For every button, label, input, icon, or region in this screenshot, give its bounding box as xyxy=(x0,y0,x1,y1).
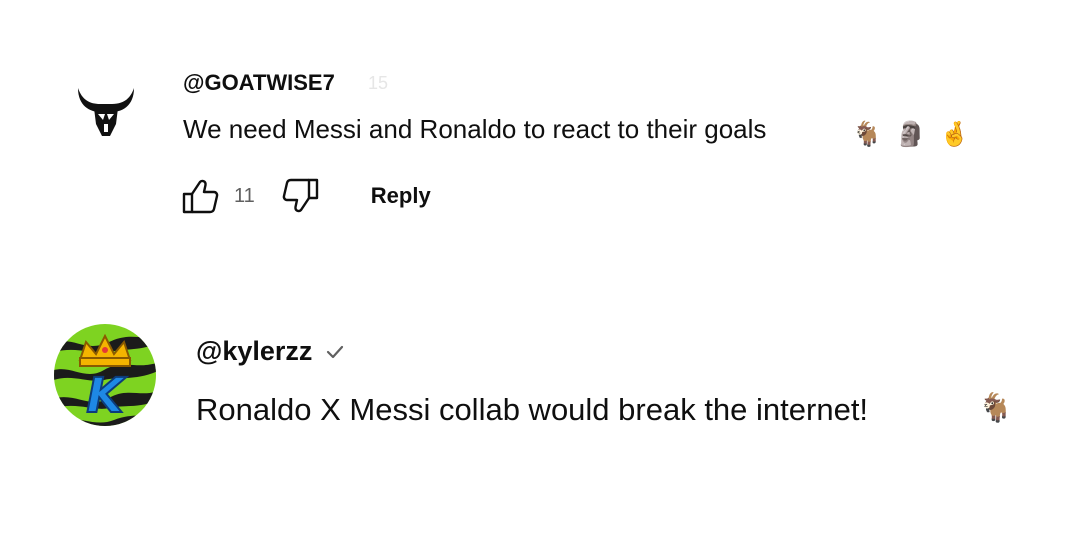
moai-emoji: 🗿 xyxy=(895,120,926,148)
goat-emoji: 🐐 xyxy=(978,391,1013,424)
comments-page: @GOATWISE7 15 We need Messi and Ronaldo … xyxy=(0,0,1080,559)
like-count: 11 xyxy=(234,184,255,207)
dislike-button[interactable] xyxy=(279,174,323,218)
verified-check-icon xyxy=(324,341,346,363)
crowned-k-logo-icon: K xyxy=(54,324,156,426)
comment-author[interactable]: @kylerzz xyxy=(196,336,312,367)
like-button[interactable] xyxy=(178,174,222,218)
comment-text: We need Messi and Ronaldo to react to th… xyxy=(183,114,767,144)
avatar-letter: K xyxy=(86,368,127,424)
reply-button[interactable]: Reply xyxy=(371,183,431,209)
comment-text: Ronaldo X Messi collab would break the i… xyxy=(196,392,869,427)
crossed-fingers-emoji: 🤞 xyxy=(939,120,970,148)
comment-actions: 11 Reply xyxy=(178,174,431,218)
avatar[interactable] xyxy=(72,78,140,146)
comment-timestamp[interactable]: 15 xyxy=(368,73,388,94)
avatar[interactable]: K xyxy=(54,324,156,426)
comment-author[interactable]: @GOATWISE7 xyxy=(183,70,335,96)
bull-horns-icon xyxy=(78,88,134,136)
comment-author-row: @kylerzz xyxy=(196,336,346,367)
comment-goatwise7: @GOATWISE7 15 We need Messi and Ronaldo … xyxy=(0,0,1080,240)
thumbs-up-icon xyxy=(182,179,219,214)
comment-emojis: 🐐 🗿 🤞 xyxy=(852,116,970,152)
thumbs-down-icon xyxy=(282,178,318,213)
goat-emoji: 🐐 xyxy=(852,120,882,148)
